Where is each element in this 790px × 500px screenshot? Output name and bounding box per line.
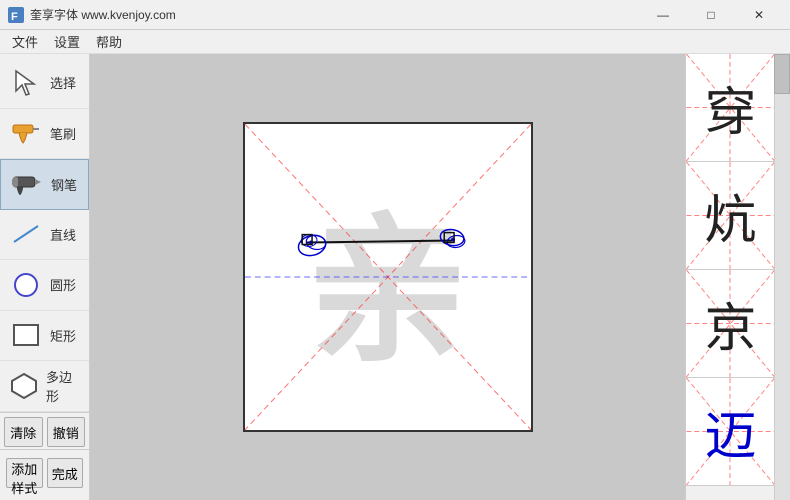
char-item-3[interactable]: 迈 [686, 378, 775, 486]
tool-select-label: 选择 [50, 73, 76, 92]
menubar: 文件 设置 帮助 [0, 30, 790, 54]
scrollbar[interactable] [774, 54, 790, 500]
scrollbar-thumb[interactable] [774, 54, 790, 94]
toolbar-bottom: 添加样式 完成 [0, 449, 89, 496]
canvas-area[interactable]: SMFF 亲 [90, 54, 685, 500]
main-layout: 选择 笔刷 钢笔 [0, 54, 790, 500]
tool-brush[interactable]: 笔刷 [0, 109, 89, 160]
circle-icon [10, 269, 42, 301]
tool-brush-label: 笔刷 [50, 124, 76, 143]
stroke-svg [245, 124, 531, 430]
char-list: 穿 炕 京 [686, 54, 775, 486]
right-panel: 穿 炕 京 [685, 54, 790, 500]
minimize-button[interactable]: — [640, 1, 686, 29]
menu-file[interactable]: 文件 [4, 30, 46, 53]
window-title: 奎享字体 www.kvenjoy.com [30, 6, 176, 23]
titlebar: F 奎享字体 www.kvenjoy.com — □ ✕ [0, 0, 790, 30]
tool-line-label: 直线 [50, 225, 76, 244]
line-icon [10, 218, 42, 250]
drawing-canvas[interactable]: 亲 [243, 122, 533, 432]
complete-button[interactable]: 完成 [47, 458, 84, 488]
brush-icon [10, 117, 42, 149]
svg-text:F: F [11, 11, 18, 23]
canvas-guide-svg [245, 124, 531, 430]
tool-select[interactable]: 选择 [0, 58, 89, 109]
tool-polygon-label: 多边形 [46, 367, 79, 405]
tool-pen[interactable]: 钢笔 [0, 159, 89, 210]
tool-circle[interactable]: 圆形 [0, 260, 89, 311]
tool-line[interactable]: 直线 [0, 210, 89, 261]
titlebar-left: F 奎享字体 www.kvenjoy.com [8, 6, 176, 23]
char-label-1: 炕 [704, 178, 756, 253]
menu-settings[interactable]: 设置 [46, 30, 88, 53]
tool-pen-label: 钢笔 [51, 175, 77, 194]
pen-icon [11, 168, 43, 200]
rect-icon [10, 319, 42, 351]
undo-button[interactable]: 撤销 [47, 417, 86, 447]
maximize-button[interactable]: □ [688, 1, 734, 29]
tool-circle-label: 圆形 [50, 275, 76, 294]
polygon-icon [10, 370, 38, 402]
char-item-1[interactable]: 炕 [686, 162, 775, 270]
char-label-2: 京 [704, 286, 756, 361]
menu-help[interactable]: 帮助 [88, 30, 130, 53]
char-item-2[interactable]: 京 [686, 270, 775, 378]
window-controls: — □ ✕ [640, 1, 782, 29]
tool-rect-label: 矩形 [50, 326, 76, 345]
close-button[interactable]: ✕ [736, 1, 782, 29]
clear-button[interactable]: 清除 [4, 417, 43, 447]
char-item-0[interactable]: 穿 [686, 54, 775, 162]
tool-polygon[interactable]: 多边形 [0, 361, 89, 412]
canvas-character: 亲 [307, 161, 467, 393]
cursor-icon [10, 67, 42, 99]
char-label-3: 迈 [704, 394, 756, 469]
tool-rect[interactable]: 矩形 [0, 311, 89, 362]
left-toolbar: 选择 笔刷 钢笔 [0, 54, 90, 500]
left-control-point [296, 232, 328, 258]
app-icon: F [8, 7, 24, 23]
add-style-button[interactable]: 添加样式 [6, 458, 43, 488]
right-control-point [439, 228, 466, 249]
char-label-0: 穿 [704, 70, 756, 145]
